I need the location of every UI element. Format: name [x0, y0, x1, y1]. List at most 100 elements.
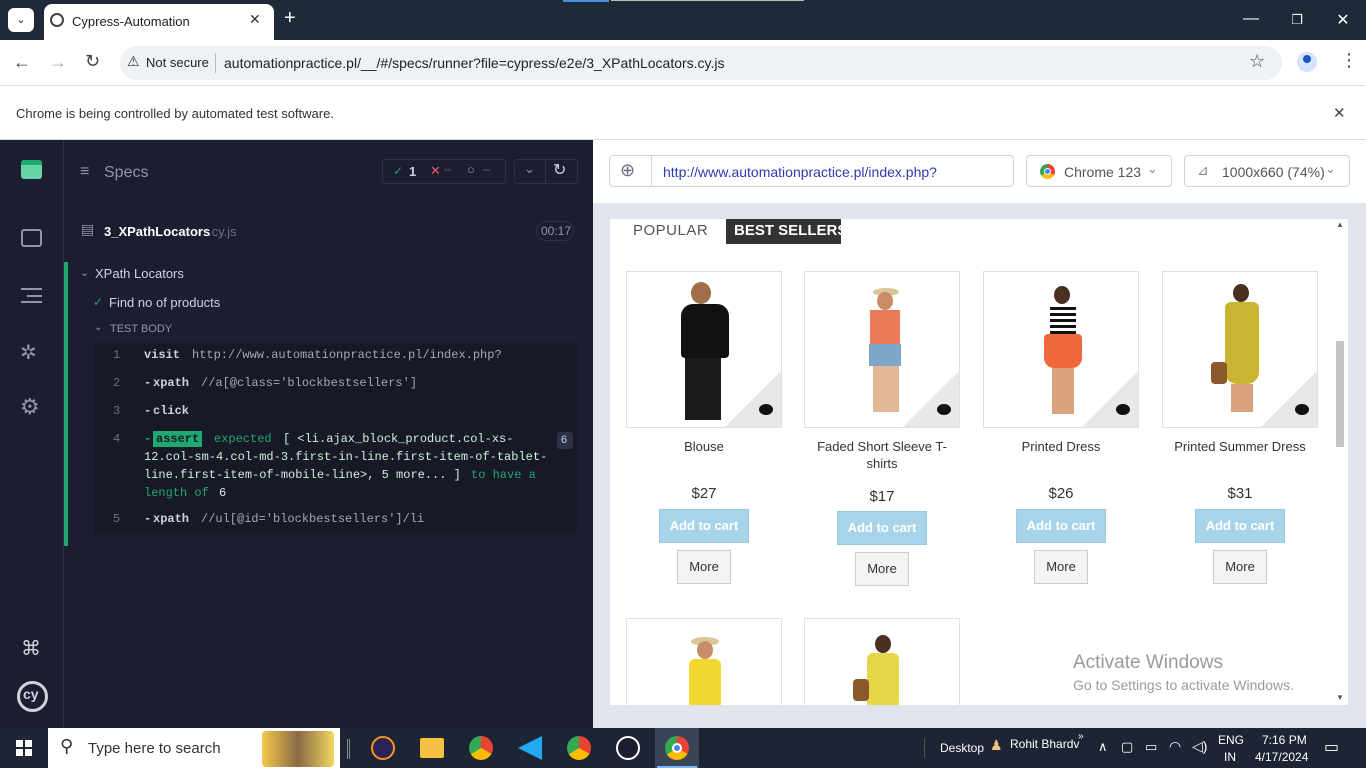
menu-kebab-icon[interactable]: ⋮ — [1340, 50, 1358, 71]
browser-name[interactable]: Chrome 123 — [1064, 164, 1141, 180]
add-to-cart-button[interactable]: Add to cart — [1016, 509, 1106, 543]
rerun-icon[interactable]: ↻ — [553, 160, 566, 180]
add-to-cart-button[interactable]: Add to cart — [1195, 509, 1285, 543]
clock-date[interactable]: 4/17/2024 — [1255, 750, 1308, 764]
test-body-label[interactable]: TEST BODY — [110, 323, 172, 335]
infobar-close-icon[interactable]: ✕ — [1333, 104, 1346, 122]
close-tab-icon[interactable]: ✕ — [249, 11, 261, 28]
tab-title: Cypress-Automation — [72, 14, 190, 29]
chrome-r-profile-icon[interactable] — [567, 736, 591, 760]
product-name[interactable]: Blouse — [626, 438, 782, 455]
command-number: 3 — [113, 404, 121, 418]
test-name[interactable]: Find no of products — [109, 295, 220, 310]
search-highlight-image[interactable] — [262, 731, 334, 767]
more-button[interactable]: More — [1213, 550, 1267, 584]
command-message[interactable]: http://www.automationpractice.pl/index.p… — [192, 348, 502, 362]
reload-icon[interactable]: ↻ — [85, 51, 100, 72]
bookmark-star-icon[interactable]: ☆ — [1249, 51, 1265, 72]
command-prefix: - — [144, 376, 152, 390]
new-tab-button[interactable]: + — [284, 7, 296, 30]
aut-scrollbar-track[interactable] — [1334, 219, 1348, 705]
minimize-icon[interactable]: — — [1241, 10, 1261, 28]
more-button[interactable]: More — [1034, 550, 1088, 584]
aut-scrollbar-thumb[interactable] — [1336, 341, 1344, 447]
product-name[interactable]: Faded Short Sleeve T-shirts — [804, 438, 960, 472]
product-image[interactable] — [804, 618, 960, 705]
product-image[interactable] — [626, 271, 782, 428]
volume-icon[interactable]: ◁) — [1192, 738, 1207, 755]
windows-start-icon[interactable] — [16, 740, 32, 756]
debug-bug-icon[interactable]: ✲ — [20, 340, 37, 365]
desktop-toolbar[interactable]: Desktop — [940, 741, 984, 755]
product-name[interactable]: Printed Dress — [983, 438, 1139, 455]
add-to-cart-button[interactable]: Add to cart — [837, 511, 927, 545]
settings-gear-icon[interactable]: ⚙ — [20, 394, 40, 420]
suite-name[interactable]: XPath Locators — [95, 266, 184, 281]
back-icon[interactable]: ← — [13, 52, 31, 73]
product-price: $27 — [691, 485, 717, 502]
warning-icon[interactable]: ⚠ — [127, 53, 140, 70]
eclipse-app-icon[interactable] — [371, 736, 395, 760]
restore-icon[interactable]: ❐ — [1287, 12, 1307, 28]
forward-icon[interactable]: → — [49, 52, 67, 73]
window-close-icon[interactable]: ✕ — [1333, 10, 1353, 30]
command-number: 1 — [113, 348, 121, 362]
keyboard-shortcuts-icon[interactable]: ⌘ — [21, 636, 41, 661]
command-message[interactable]: //a[@class='blockbestsellers'] — [201, 376, 417, 390]
url-text[interactable]: automationpractice.pl/__/#/specs/runner?… — [224, 55, 725, 71]
scroll-up-icon[interactable]: ▲ — [1336, 220, 1344, 229]
product-price: $17 — [869, 488, 895, 505]
viewport-size[interactable]: 1000x660 (74%) — [1222, 164, 1325, 180]
command-name[interactable]: visit — [144, 348, 180, 362]
specs-nav-icon[interactable] — [21, 229, 42, 247]
more-button[interactable]: More — [855, 552, 909, 586]
toolbar-overflow-icon[interactable]: » — [1078, 731, 1084, 742]
aut-url-divider — [651, 155, 652, 187]
chrome-active-center — [672, 743, 682, 753]
specs-list-icon[interactable]: ≡ — [80, 163, 89, 181]
app-logo-top — [21, 160, 42, 165]
clock-time[interactable]: 7:16 PM — [1262, 733, 1307, 747]
product-image[interactable] — [626, 618, 782, 705]
language-eng[interactable]: ENG — [1218, 733, 1244, 747]
suite-chevron-icon[interactable]: ⌄ — [80, 266, 89, 279]
command-number: 4 — [113, 432, 121, 446]
test-body-chevron-icon[interactable]: ⌄ — [94, 322, 102, 333]
wifi-icon[interactable]: ◠ — [1169, 738, 1181, 755]
chrome-profile-icon[interactable] — [469, 736, 493, 760]
tab-popular[interactable]: POPULAR — [633, 222, 708, 239]
product-image[interactable] — [804, 271, 960, 428]
add-to-cart-button[interactable]: Add to cart — [659, 509, 749, 543]
product-image[interactable] — [1162, 271, 1318, 428]
not-secure-label[interactable]: Not secure — [146, 55, 209, 70]
runs-nav-icon[interactable] — [21, 286, 42, 304]
file-explorer-icon[interactable] — [420, 738, 444, 758]
command-number: 2 — [113, 376, 121, 390]
cypress-app-icon[interactable] — [616, 736, 640, 760]
tab-search-button[interactable]: ⌄ — [8, 8, 34, 32]
command-message[interactable]: //ul[@id='blockbestsellers']/li — [201, 512, 424, 526]
notification-icon[interactable]: ▭ — [1324, 737, 1339, 757]
command-name[interactable]: xpath — [153, 376, 189, 390]
product-name[interactable]: Printed Summer Dress — [1162, 438, 1318, 455]
product-image[interactable] — [983, 271, 1139, 428]
assert-badge[interactable]: assert — [153, 431, 203, 447]
profile-head-icon — [1303, 55, 1311, 63]
command-name[interactable]: xpath — [153, 512, 189, 526]
meet-icon[interactable]: ▢ — [1121, 739, 1133, 755]
tray-chevron-icon[interactable]: ∧ — [1098, 739, 1108, 755]
command-name[interactable]: click — [153, 404, 189, 418]
battery-icon[interactable]: ▭ — [1145, 739, 1157, 755]
aut-url[interactable]: http://www.automationpractice.pl/index.p… — [663, 164, 937, 180]
specs-label[interactable]: Specs — [104, 164, 148, 182]
scroll-down-icon[interactable]: ▼ — [1336, 693, 1344, 702]
tab-bestsellers[interactable]: BEST SELLERS — [734, 222, 847, 239]
expand-chevron-icon[interactable]: ⌄ — [524, 161, 535, 177]
selector-playground-icon[interactable]: ⊕ — [620, 160, 635, 181]
language-in[interactable]: IN — [1224, 750, 1236, 764]
search-placeholder[interactable]: Type here to search — [88, 740, 221, 757]
chrome-icon-center — [1044, 168, 1051, 175]
user-toolbar[interactable]: Rohit Bhardv — [1010, 737, 1079, 751]
more-button[interactable]: More — [677, 550, 731, 584]
vscode-icon[interactable] — [518, 736, 542, 760]
